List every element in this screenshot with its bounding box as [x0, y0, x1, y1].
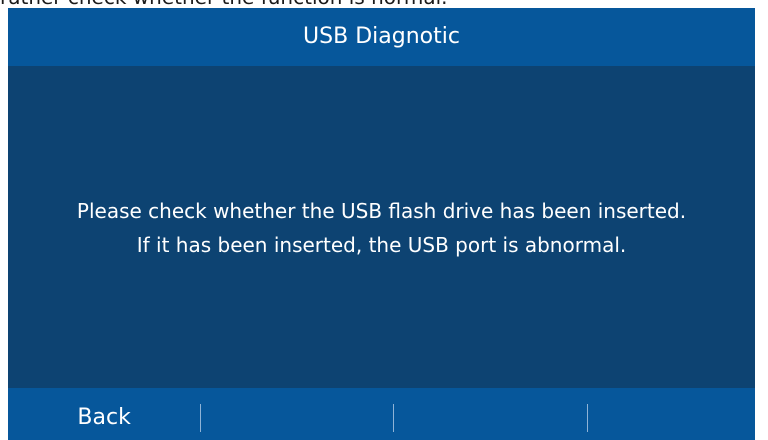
phone-screen: USB Diagnotic Please check whether the U… [8, 8, 755, 440]
message-area: Please check whether the USB flash drive… [8, 66, 755, 388]
screen-title-bar: USB Diagnotic [8, 8, 755, 66]
softkey-back[interactable]: Back [8, 388, 200, 440]
diagnostic-message: Please check whether the USB flash drive… [8, 194, 755, 262]
message-line-2: If it has been inserted, the USB port is… [136, 233, 627, 257]
softkey-3[interactable] [394, 388, 586, 440]
softkey-2[interactable] [201, 388, 393, 440]
softkey-4[interactable] [588, 388, 755, 440]
document-text-snippet: rather check whether the function is nor… [0, 0, 768, 8]
softkey-bar: Back [8, 388, 755, 440]
screen-title: USB Diagnotic [303, 24, 460, 49]
message-line-1: Please check whether the USB flash drive… [76, 199, 687, 223]
